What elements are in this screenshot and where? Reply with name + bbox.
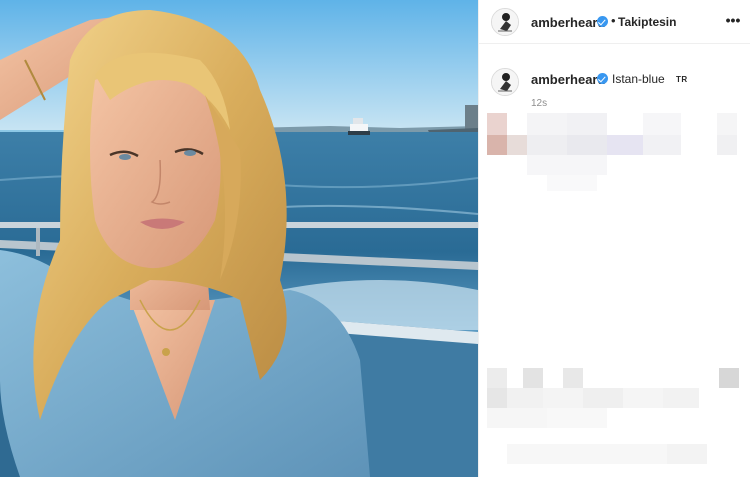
turkey-flag-icon: TR bbox=[676, 75, 688, 84]
instagram-post: amberheard • Takiptesin ••• amberheard I… bbox=[0, 0, 750, 477]
blurred-comment-block bbox=[487, 113, 747, 193]
caption-username-link[interactable]: amberheard bbox=[531, 72, 605, 87]
following-status-button[interactable]: Takiptesin bbox=[618, 15, 676, 29]
post-side-panel: amberheard • Takiptesin ••• amberheard I… bbox=[478, 0, 750, 477]
caption-verified-badge-icon bbox=[597, 73, 608, 84]
username-link[interactable]: amberheard bbox=[531, 15, 605, 30]
verified-badge-icon bbox=[597, 16, 608, 27]
caption-text: Istan-blue bbox=[612, 72, 665, 86]
post-photo[interactable] bbox=[0, 0, 478, 477]
blurred-comment-block bbox=[487, 368, 747, 468]
follow-separator: • bbox=[611, 13, 616, 28]
post-time[interactable]: 12s bbox=[531, 98, 547, 109]
caption-avatar-icon[interactable] bbox=[491, 68, 519, 96]
more-options-icon[interactable]: ••• bbox=[723, 8, 743, 32]
selfie-on-boat-image bbox=[0, 0, 478, 477]
avatar-icon[interactable] bbox=[491, 8, 519, 36]
post-header: amberheard • Takiptesin ••• bbox=[479, 0, 750, 44]
